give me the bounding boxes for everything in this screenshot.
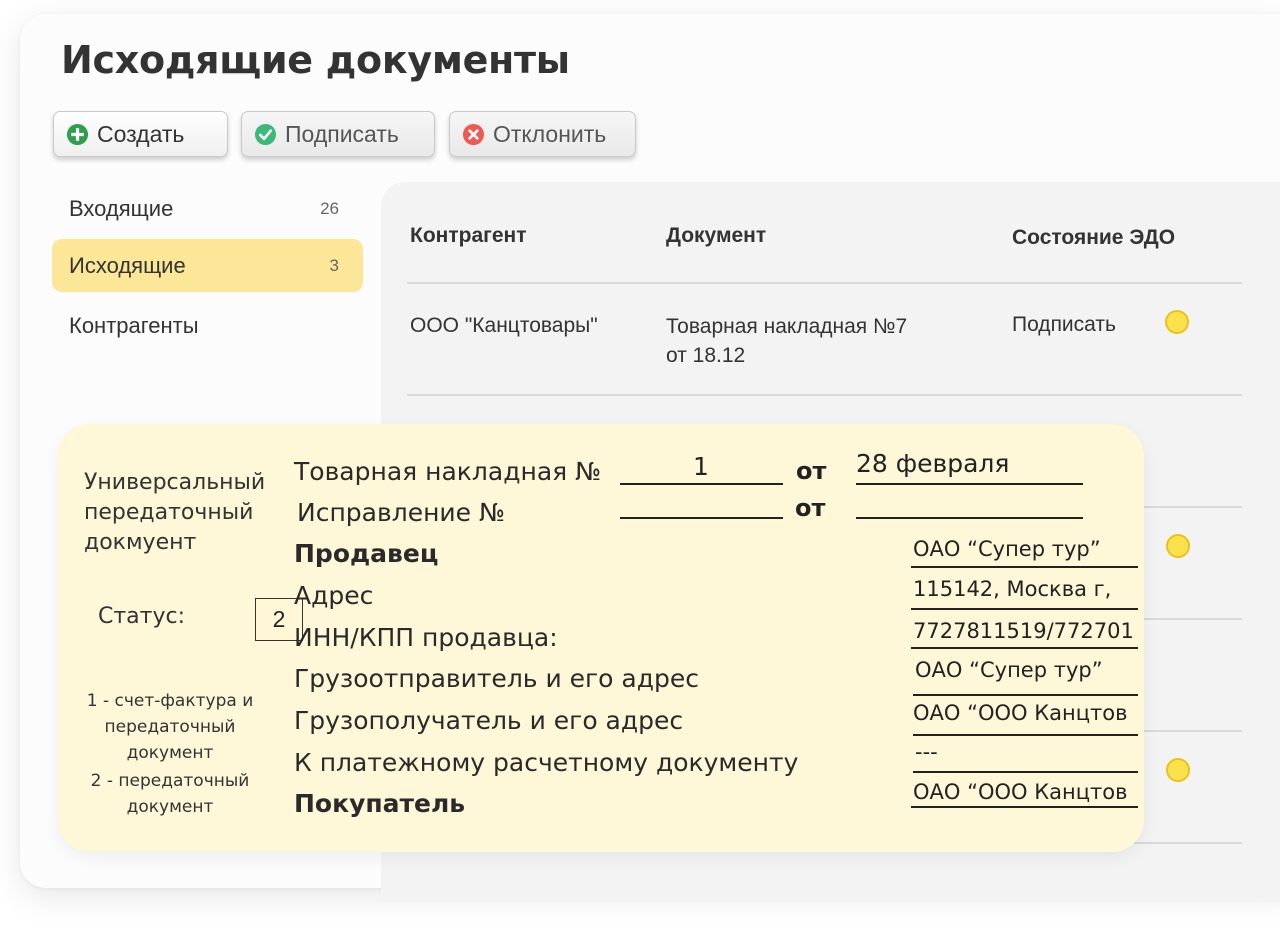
field-underline <box>856 483 1083 485</box>
invoice-number-label: Товарная накладная № <box>294 457 602 486</box>
field-underline <box>911 647 1138 649</box>
correction-label: Исправление № <box>297 498 505 527</box>
status-dot-icon <box>1166 758 1190 782</box>
field-underline <box>911 566 1138 568</box>
shipper-field[interactable]: ОАО “Супер тур” <box>915 658 1139 682</box>
sidebar-item-label: Входящие <box>69 195 174 221</box>
address-label: Адрес <box>294 581 374 610</box>
checkmark-circle-icon <box>254 123 277 145</box>
row-divider <box>407 394 1242 396</box>
field-underline <box>911 608 1138 610</box>
payment-document-label: К платежному расчетному документу <box>294 748 799 777</box>
status-legend-1: 1 - счет-фактура и передаточный документ <box>86 691 254 763</box>
row-divider <box>407 282 1242 284</box>
correction-from-label: от <box>795 494 826 522</box>
status-dot-icon <box>1166 534 1190 558</box>
inn-field[interactable]: 7727811519/772701 <box>913 619 1139 643</box>
sign-button-label: Подписать <box>285 120 399 147</box>
sidebar-item-count: 3 <box>329 255 339 275</box>
seller-label: Продавец <box>294 539 439 568</box>
sign-button[interactable]: Подписать <box>241 111 435 157</box>
close-circle-icon <box>462 123 485 145</box>
invoice-date-field[interactable]: 28 февраля <box>856 449 1082 478</box>
inn-label: ИНН/КПП продавца: <box>294 623 558 652</box>
sidebar-item-label: Исходящие <box>69 252 186 278</box>
field-underline <box>913 771 1138 773</box>
page-title: Исходящие документы <box>61 38 570 82</box>
cell-status: Подписать <box>1012 313 1116 336</box>
sidebar-item-label: Контрагенты <box>69 312 199 338</box>
field-underline <box>913 694 1138 696</box>
create-button-label: Создать <box>97 120 185 147</box>
correction-date-field[interactable] <box>856 517 1083 519</box>
document-type-label: Универсальный передаточный докмуент <box>84 470 266 555</box>
address-field[interactable]: 115142, Москва г, <box>913 577 1139 601</box>
cell-counterparty: ООО "Канцтовары" <box>410 314 598 337</box>
plus-circle-icon <box>66 123 89 145</box>
reject-button[interactable]: Отклонить <box>449 111 636 157</box>
cell-document-date: от 18.12 <box>666 344 746 367</box>
reject-button-label: Отклонить <box>493 120 607 147</box>
column-header-status: Состояние ЭДО <box>1012 226 1176 249</box>
column-header-counterparty: Контрагент <box>410 224 527 247</box>
sidebar-item-counterparties[interactable]: Контрагенты <box>52 299 363 352</box>
buyer-label: Покупатель <box>294 789 466 818</box>
cell-document: Товарная накладная №7 <box>666 315 908 338</box>
sidebar-item-incoming[interactable]: Входящие 26 <box>52 182 363 235</box>
status-legend-2: 2 - передаточный документ <box>90 771 250 817</box>
shipper-label: Грузоотправитель и его адрес <box>294 664 700 693</box>
consignee-field[interactable]: ОАО “ООО Канцтов <box>913 701 1139 725</box>
field-underline <box>620 483 783 485</box>
status-label: Статус: <box>98 604 186 629</box>
create-button[interactable]: Создать <box>53 111 228 157</box>
invoice-from-label: от <box>796 457 827 485</box>
sidebar-item-count: 26 <box>320 198 339 218</box>
field-underline <box>913 734 1138 736</box>
buyer-field[interactable]: ОАО “ООО Канцтов <box>913 780 1139 804</box>
seller-field[interactable]: ОАО “Супер тур” <box>913 537 1139 561</box>
status-dot-icon <box>1165 310 1189 334</box>
correction-number-field[interactable] <box>620 517 783 519</box>
sidebar-item-outgoing[interactable]: Исходящие 3 <box>52 239 363 292</box>
column-header-document: Документ <box>666 224 767 247</box>
payment-document-field[interactable]: --- <box>915 740 1139 764</box>
invoice-number-field[interactable]: 1 <box>620 452 782 481</box>
field-underline <box>911 806 1138 808</box>
consignee-label: Грузополучатель и его адрес <box>294 706 684 735</box>
upd-card: Универсальный передаточный докмуент Стат… <box>58 424 1144 852</box>
